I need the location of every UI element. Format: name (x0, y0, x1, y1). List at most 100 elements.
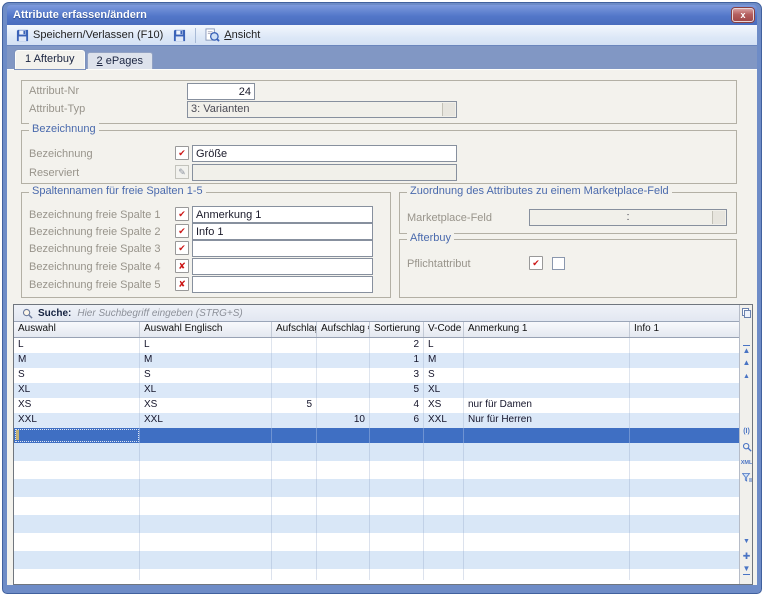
grid-cell[interactable] (272, 413, 317, 428)
grid-cell[interactable] (272, 383, 317, 398)
view-button[interactable]: Ansicht (200, 26, 265, 44)
spalte5-input[interactable] (192, 276, 373, 293)
column-header-sortierung[interactable]: Sortierung (370, 322, 424, 337)
grid-cell[interactable]: S (424, 368, 464, 383)
grid-cell[interactable]: M (424, 353, 464, 368)
grid-cell[interactable] (317, 383, 370, 398)
grid-cell[interactable]: 5 (272, 398, 317, 413)
grid-cell[interactable]: XXL (14, 413, 140, 428)
grid-cell[interactable] (317, 353, 370, 368)
grid-cell[interactable] (317, 338, 370, 353)
spalte2-input[interactable] (192, 223, 373, 240)
column-header-aufschlag[interactable]: Aufschlag (272, 322, 317, 337)
grid-row[interactable]: LL2L (14, 338, 741, 353)
grid-cell[interactable] (370, 428, 424, 443)
goto-last-icon[interactable]: ▼ (740, 564, 752, 576)
search-icon[interactable] (740, 441, 752, 453)
grid-cell[interactable] (630, 398, 741, 413)
title-bar[interactable]: Attribute erfassen/ändern x (7, 5, 757, 25)
check-icon[interactable]: ✔ (175, 207, 189, 221)
grid-cell[interactable]: XS (14, 398, 140, 413)
grid-cell[interactable] (464, 338, 630, 353)
grid-cell[interactable]: XS (424, 398, 464, 413)
grid-cell[interactable]: XL (424, 383, 464, 398)
grid-cell[interactable] (424, 428, 464, 443)
bezeichnung-input[interactable] (192, 145, 457, 162)
grid-row[interactable]: SS3S (14, 368, 741, 383)
check-icon[interactable]: ✔ (175, 241, 189, 255)
spalte4-input[interactable] (192, 258, 373, 275)
grid-cell[interactable] (630, 368, 741, 383)
column-header-v-code[interactable]: V-Code (424, 322, 464, 337)
grid-cell[interactable] (317, 398, 370, 413)
grid-cell[interactable]: 1 (370, 353, 424, 368)
grid-cell[interactable] (630, 413, 741, 428)
grid-cell[interactable]: XXL (140, 413, 272, 428)
grid-cell[interactable]: M (14, 353, 140, 368)
column-header-aufschlag-[interactable]: Aufschlag € (317, 322, 370, 337)
xml-icon[interactable]: XML (740, 457, 752, 469)
grid-cell[interactable] (630, 428, 741, 443)
column-header-anmerkung-1[interactable]: Anmerkung 1 (464, 322, 630, 337)
tab-epages[interactable]: 2 ePages (86, 52, 154, 69)
grid-cell[interactable] (140, 428, 272, 443)
column-header-info-1[interactable]: Info 1 (630, 322, 741, 337)
grid-cell[interactable] (464, 353, 630, 368)
check-icon[interactable]: ✔ (529, 256, 543, 270)
tab-afterbuy[interactable]: 1 Afterbuy (15, 50, 85, 69)
grid-cell[interactable] (464, 428, 630, 443)
attribut-nr-input[interactable] (187, 83, 255, 100)
grid-row[interactable]: XL XL 5 XL (14, 383, 741, 398)
grid-cell[interactable]: XL (140, 383, 272, 398)
grid-cell[interactable] (317, 428, 370, 443)
save-exit-button[interactable]: Speichern/Verlassen (F10) (11, 26, 168, 44)
grid-search-bar[interactable]: Suche: Hier Suchbegriff eingeben (STRG+S… (14, 305, 752, 322)
grid-cell[interactable]: S (14, 368, 140, 383)
grid-cell[interactable]: L (14, 338, 140, 353)
column-header-auswahl[interactable]: Auswahl (14, 322, 140, 337)
pflichtattribut-checkbox[interactable] (552, 257, 565, 270)
grid-cell[interactable]: 2 (370, 338, 424, 353)
grid-cell[interactable] (464, 383, 630, 398)
grid-cell[interactable] (272, 353, 317, 368)
grid-cell[interactable] (272, 428, 317, 443)
grid-cell[interactable] (317, 368, 370, 383)
check-icon[interactable]: ✔ (175, 224, 189, 238)
cross-icon[interactable]: ✘ (175, 259, 189, 273)
spalte3-input[interactable] (192, 240, 373, 257)
prev-icon[interactable]: ▲ (740, 371, 752, 383)
grid-cell[interactable] (630, 383, 741, 398)
grid-cell[interactable]: S (140, 368, 272, 383)
insert-icon[interactable]: ✚ (740, 550, 752, 562)
grid-cell[interactable] (464, 368, 630, 383)
grid-cell[interactable]: L (424, 338, 464, 353)
grid-row[interactable]: XXL XXL 10 6 XXL Nur für Herren (14, 413, 741, 428)
filter-icon[interactable] (740, 471, 752, 483)
close-button[interactable]: x (732, 8, 754, 22)
grid-cell[interactable]: 4 (370, 398, 424, 413)
grid-cell[interactable] (14, 428, 140, 443)
prev-page-icon[interactable]: ▲ (740, 357, 752, 369)
grid-cell[interactable] (272, 338, 317, 353)
grid-cell[interactable]: 3 (370, 368, 424, 383)
grid-cell[interactable]: 5 (370, 383, 424, 398)
check-icon[interactable]: ✔ (175, 146, 189, 160)
grid-cell[interactable] (630, 338, 741, 353)
grid-cell[interactable]: 10 (317, 413, 370, 428)
grid-cell[interactable]: nur für Damen (464, 398, 630, 413)
next-icon[interactable]: ▼ (740, 536, 752, 548)
grid-row[interactable]: MM1M (14, 353, 741, 368)
grid-cell[interactable]: 6 (370, 413, 424, 428)
grid-cell[interactable] (630, 353, 741, 368)
grid-cell[interactable]: L (140, 338, 272, 353)
save-button[interactable] (168, 26, 191, 44)
grid-new-row-selected[interactable] (14, 428, 741, 443)
grid-row[interactable]: XS XS 5 4 XS nur für Damen (14, 398, 741, 413)
copy-icon[interactable] (740, 307, 752, 319)
grid-cell[interactable]: XS (140, 398, 272, 413)
grid-cell[interactable]: XXL (424, 413, 464, 428)
grid-cell[interactable]: M (140, 353, 272, 368)
grid-cell[interactable]: Nur für Herren (464, 413, 630, 428)
column-header-auswahl-englisch[interactable]: Auswahl Englisch (140, 322, 272, 337)
grid-cell[interactable] (272, 368, 317, 383)
